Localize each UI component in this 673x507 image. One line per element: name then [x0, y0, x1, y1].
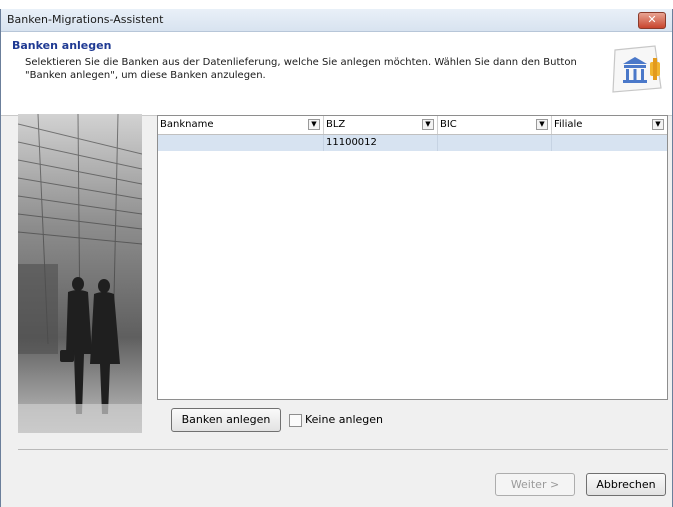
filter-dropdown-icon[interactable]: ▼ [652, 119, 664, 130]
title-bar[interactable]: Banken-Migrations-Assistent ✕ [1, 9, 672, 32]
cell-bankname[interactable] [158, 135, 324, 151]
cancel-button[interactable]: Abbrechen [586, 473, 666, 496]
filter-dropdown-icon[interactable]: ▼ [422, 119, 434, 130]
table-row[interactable]: 11100012 [158, 135, 667, 151]
banks-grid[interactable]: Bankname ▼ BLZ ▼ BIC ▼ Filiale ▼ 1110001… [157, 115, 668, 400]
wizard-header: Banken anlegen Selektieren Sie die Banke… [1, 32, 672, 116]
cell-filiale[interactable] [552, 135, 667, 151]
no-create-checkbox[interactable] [289, 414, 302, 427]
column-header-bankname[interactable]: Bankname ▼ [158, 116, 324, 134]
next-button[interactable]: Weiter > [495, 473, 575, 496]
close-button[interactable]: ✕ [638, 12, 666, 29]
footer-separator [18, 449, 668, 450]
column-header-filiale[interactable]: Filiale ▼ [552, 116, 667, 134]
column-header-bic[interactable]: BIC ▼ [438, 116, 552, 134]
cell-bic[interactable] [438, 135, 552, 151]
cell-blz[interactable]: 11100012 [324, 135, 438, 151]
page-title: Banken anlegen [12, 39, 112, 52]
column-header-blz[interactable]: BLZ ▼ [324, 116, 438, 134]
create-banks-button[interactable]: Banken anlegen [171, 408, 281, 432]
filter-dropdown-icon[interactable]: ▼ [308, 119, 320, 130]
wizard-window: Banken-Migrations-Assistent ✕ Banken anl… [0, 9, 673, 507]
previous-window-strip [0, 0, 673, 9]
grid-header: Bankname ▼ BLZ ▼ BIC ▼ Filiale ▼ [158, 116, 667, 135]
filter-dropdown-icon[interactable]: ▼ [536, 119, 548, 130]
bank-building-icon [612, 45, 662, 93]
no-create-label: Keine anlegen [305, 413, 383, 426]
close-icon: ✕ [647, 13, 657, 26]
page-description: Selektieren Sie die Banken aus der Daten… [25, 57, 577, 81]
window-title: Banken-Migrations-Assistent [7, 13, 164, 26]
business-people-photo [18, 114, 142, 433]
